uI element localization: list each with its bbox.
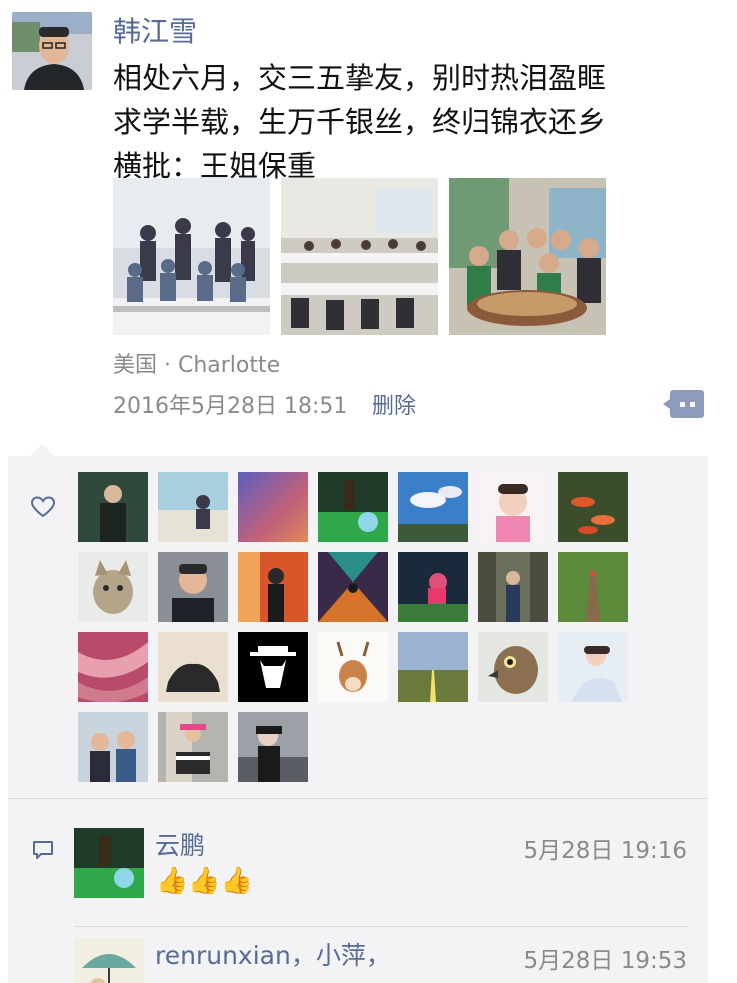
liker-avatar[interactable] [318, 552, 388, 622]
delete-button[interactable]: 删除 [372, 388, 416, 420]
liker-avatar[interactable] [158, 632, 228, 702]
panel-pointer [30, 444, 54, 456]
liker-avatar[interactable] [558, 552, 628, 622]
heart-icon [30, 496, 56, 518]
photo-thumbnail[interactable] [449, 178, 606, 335]
liker-avatar[interactable] [158, 472, 228, 542]
more-actions-button[interactable] [663, 390, 704, 418]
liker-avatar[interactable] [78, 472, 148, 542]
liker-avatar[interactable] [398, 632, 468, 702]
liker-avatar[interactable] [238, 632, 308, 702]
comment-divider [74, 926, 688, 927]
liker-avatar[interactable] [398, 472, 468, 542]
liker-avatar[interactable] [78, 712, 148, 782]
liker-avatar[interactable] [558, 632, 628, 702]
likes-comments-divider [8, 798, 708, 799]
commenter-name[interactable]: renrunxian，小萍， [155, 936, 391, 972]
liker-avatar[interactable] [78, 632, 148, 702]
comment-timestamp: 5月28日 19:16 [523, 838, 688, 864]
post-text: 相处六月，交三五挚友，别时热泪盈眶 求学半载，生万千银丝，终归锦衣还乡 横批：王姐保… [113, 56, 606, 188]
liker-avatar[interactable] [318, 472, 388, 542]
post-timestamp: 2016年5月28日 18:51 [113, 394, 348, 419]
liker-avatar[interactable] [318, 632, 388, 702]
liker-avatar[interactable] [238, 712, 308, 782]
comment-text: 👍👍👍 [156, 866, 254, 896]
photo-gallery [113, 178, 606, 335]
commenter-name[interactable]: 云鹏 [155, 826, 205, 862]
liker-avatar[interactable] [78, 552, 148, 622]
more-dot-icon [679, 401, 685, 407]
liker-avatar[interactable] [478, 472, 548, 542]
author-avatar[interactable] [12, 12, 92, 90]
post-line: 相处六月，交三五挚友，别时热泪盈眶 [113, 61, 607, 95]
photo-thumbnail[interactable] [113, 178, 270, 335]
liker-avatar[interactable] [558, 472, 628, 542]
commenter-avatar[interactable] [74, 938, 144, 983]
liker-avatar[interactable] [158, 712, 228, 782]
post-line: 求学半载，生万千银丝，终归锦衣还乡 [113, 105, 607, 139]
likes-avatar-grid [78, 472, 628, 782]
liker-avatar[interactable] [478, 552, 548, 622]
comment-icon [33, 841, 53, 859]
liker-avatar[interactable] [478, 632, 548, 702]
location-label[interactable]: 美国 · Charlotte [113, 347, 280, 379]
comment-timestamp: 5月28日 19:53 [523, 948, 688, 974]
liker-avatar[interactable] [238, 472, 308, 542]
author-name[interactable]: 韩江雪 [113, 10, 197, 50]
more-dot-icon [689, 401, 695, 407]
liker-avatar[interactable] [398, 552, 468, 622]
commenter-avatar[interactable] [74, 828, 144, 898]
photo-thumbnail[interactable] [281, 178, 438, 335]
liker-avatar[interactable] [238, 552, 308, 622]
liker-avatar[interactable] [158, 552, 228, 622]
